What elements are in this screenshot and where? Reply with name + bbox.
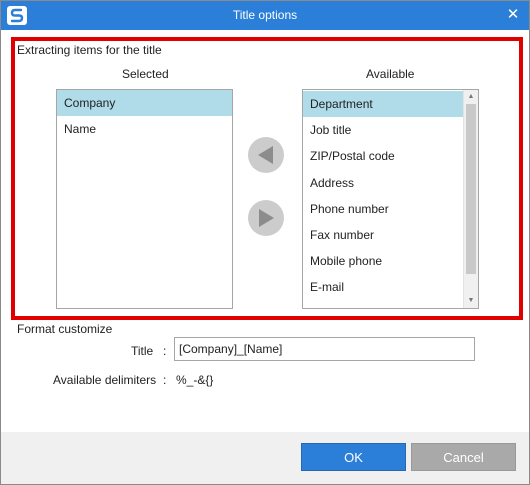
scroll-up-arrow-icon[interactable]: ▲ bbox=[464, 90, 478, 104]
selected-list-label: Selected bbox=[122, 67, 169, 81]
selected-listbox[interactable]: Company Name bbox=[56, 89, 233, 309]
selected-list-item-company[interactable]: Company bbox=[57, 90, 232, 117]
title-field-label: Title bbox=[131, 344, 154, 358]
triangle-right-icon bbox=[259, 209, 274, 227]
available-list-item[interactable]: Mobile phone bbox=[303, 248, 463, 274]
available-list-label: Available bbox=[366, 67, 415, 81]
extract-items-heading: Extracting items for the title bbox=[17, 43, 162, 57]
available-delimiters-colon: : bbox=[163, 373, 167, 387]
format-customize-heading: Format customize bbox=[17, 322, 113, 336]
move-to-selected-button[interactable] bbox=[248, 137, 284, 173]
available-list-item[interactable]: E-mail bbox=[303, 274, 463, 300]
available-list-scrollbar[interactable]: ▲ ▼ bbox=[463, 90, 478, 308]
scroll-thumb[interactable] bbox=[466, 104, 476, 274]
window-title: Title options bbox=[232, 8, 298, 22]
available-list-item[interactable]: Fax number bbox=[303, 222, 463, 248]
available-listbox[interactable]: Department Job title ZIP/Postal code Add… bbox=[302, 89, 479, 309]
triangle-left-icon bbox=[258, 146, 273, 164]
scroll-down-arrow-icon[interactable]: ▼ bbox=[464, 294, 478, 308]
available-list-item[interactable]: Department bbox=[303, 91, 463, 118]
titlebar: Title options ✕ bbox=[1, 1, 529, 30]
selected-list-item-name[interactable]: Name bbox=[57, 116, 232, 142]
cancel-button[interactable]: Cancel bbox=[411, 443, 516, 471]
available-list-item[interactable]: Phone number bbox=[303, 196, 463, 222]
title-options-dialog: Title options ✕ Extracting items for the… bbox=[0, 0, 530, 485]
title-field-colon: : bbox=[163, 344, 167, 358]
available-list-item[interactable]: ZIP/Postal code bbox=[303, 143, 463, 169]
available-list-item[interactable]: Address bbox=[303, 170, 463, 196]
title-format-input[interactable] bbox=[174, 337, 475, 361]
move-to-available-button[interactable] bbox=[248, 200, 284, 236]
close-button[interactable]: ✕ bbox=[504, 6, 522, 24]
available-delimiters-label: Available delimiters bbox=[53, 373, 157, 387]
available-delimiters-value: %_-&{} bbox=[176, 373, 214, 387]
ok-button[interactable]: OK bbox=[301, 443, 406, 471]
available-list-item[interactable]: Job title bbox=[303, 117, 463, 143]
